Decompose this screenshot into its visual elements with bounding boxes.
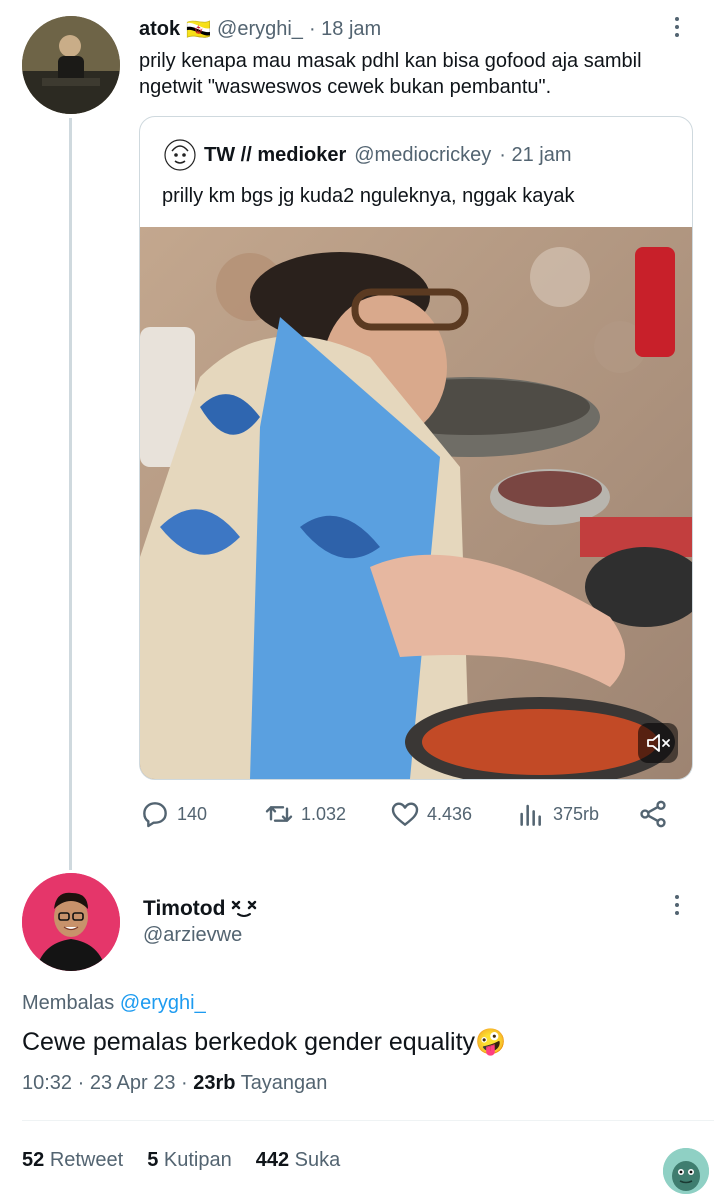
like-action[interactable]: 4.436: [389, 798, 472, 830]
tweet-actions: 140 1.032 4.436 375rb: [139, 798, 699, 838]
reply-author-avatar[interactable]: [22, 873, 120, 971]
more-vertical-icon[interactable]: [666, 12, 688, 42]
retweet-count: 1.032: [301, 803, 347, 824]
quoted-tweet[interactable]: TW // medioker @mediocrickey · 21 jam pr…: [139, 116, 693, 780]
likes-label: Suka: [294, 1149, 341, 1171]
zany-face-emoji: 🤪: [475, 1028, 507, 1056]
replying-to: Membalas @eryghi_: [22, 992, 206, 1015]
tweet-time[interactable]: · 18 jam: [309, 18, 381, 41]
reply-timestamp[interactable]: 10:32 · 23 Apr 23 ·: [22, 1072, 188, 1094]
author-name[interactable]: atok: [139, 18, 180, 41]
replying-prefix: Membalas: [22, 992, 115, 1014]
dizzy-face-badge-icon: [232, 900, 257, 917]
more-vertical-icon[interactable]: [666, 890, 688, 920]
like-count: 4.436: [427, 803, 473, 824]
profile-photo: [22, 16, 120, 114]
reply-views-label: Tayangan: [240, 1072, 328, 1094]
views-action[interactable]: 375rb: [515, 798, 599, 830]
quote-video[interactable]: [140, 227, 692, 779]
author-handle[interactable]: @eryghi_: [217, 18, 303, 41]
retweets-label: Retweet: [49, 1149, 124, 1171]
reply-views-count: 23rb: [193, 1072, 236, 1094]
reply-text-row: Cewe pemalas berkedok gender equality🤪: [22, 1026, 506, 1058]
quotes-count: 5: [147, 1149, 159, 1171]
retweets-count: 52: [22, 1149, 45, 1171]
retweet-action[interactable]: 1.032: [263, 798, 346, 830]
reply-text: Cewe pemalas berkedok gender equality: [22, 1028, 476, 1056]
mute-icon: [647, 734, 670, 752]
reply-author-handle[interactable]: @arzievwe: [143, 924, 242, 947]
heart-icon: [391, 802, 419, 826]
quote-author-name: TW // medioker: [204, 143, 347, 166]
reply-meta: 10:32 · 23 Apr 23 · 23rb Tayangan: [22, 1072, 327, 1095]
reply-action[interactable]: 140: [139, 798, 207, 830]
reply-count: 140: [177, 803, 208, 824]
floating-avatar[interactable]: [663, 1148, 709, 1194]
quotes-stat[interactable]: 5 Kutipan: [147, 1149, 232, 1172]
reply-icon: [143, 802, 167, 828]
likes-count: 442: [255, 1149, 290, 1171]
views-count: 375rb: [553, 803, 600, 824]
tweet-header: atok 🇧🇳 @eryghi_ · 18 jam: [139, 17, 381, 42]
reply-author-name-row[interactable]: Timotod: [143, 897, 257, 921]
divider: [22, 1120, 714, 1121]
views-icon: [520, 804, 541, 826]
flag-emoji: 🇧🇳: [186, 19, 212, 41]
replying-handle-link[interactable]: @eryghi_: [120, 992, 206, 1014]
author-avatar[interactable]: [22, 16, 120, 114]
reply-stats: 52 Retweet 5 Kutipan 442 Suka: [22, 1149, 340, 1172]
quote-time: · 21 jam: [499, 143, 572, 166]
tweet-text: prily kenapa mau masak pdhl kan bisa gof…: [139, 50, 642, 98]
cartoon-avatar-icon: [663, 1148, 709, 1194]
retweets-stat[interactable]: 52 Retweet: [22, 1149, 123, 1172]
quotes-label: Kutipan: [163, 1149, 232, 1171]
share-icon: [640, 800, 666, 828]
reply-author-name: Timotod: [143, 897, 226, 920]
mute-button[interactable]: [638, 723, 678, 763]
quote-text: prilly km bgs jg kuda2 nguleknya, nggak …: [162, 185, 575, 207]
video-frame: [140, 227, 692, 779]
retweet-icon: [265, 806, 293, 822]
likes-stat[interactable]: 442 Suka: [256, 1149, 341, 1172]
share-action[interactable]: [637, 798, 669, 830]
profile-photo: [22, 873, 120, 971]
quote-avatar-icon: [164, 139, 196, 171]
quote-author-handle: @mediocrickey: [354, 143, 492, 166]
thread-line: [69, 118, 72, 870]
